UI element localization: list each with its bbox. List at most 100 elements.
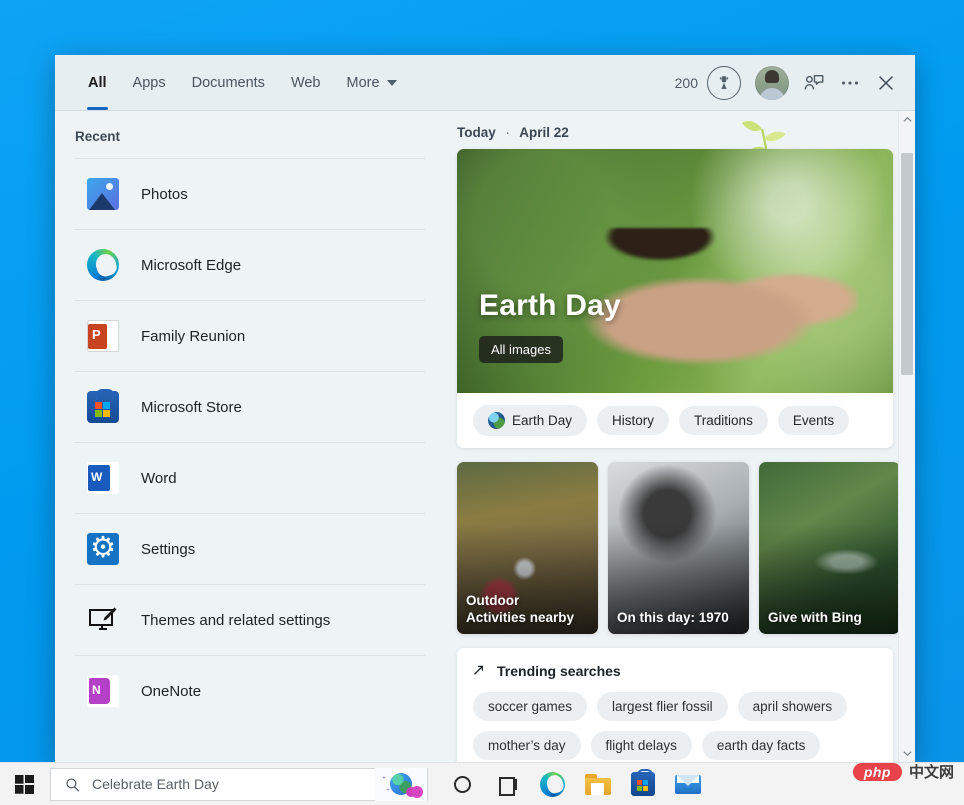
today-label: Today (457, 125, 496, 140)
windows-search-panel: All Apps Documents Web More 200 Recent P… (55, 55, 915, 762)
trending-chip-row: soccer games largest flier fossil april … (473, 692, 877, 760)
recent-item-onenote[interactable]: OneNote (75, 655, 425, 726)
chevron-up-icon[interactable] (899, 111, 916, 128)
chevron-down-icon (386, 79, 397, 86)
trending-chip-largest-flier-fossil[interactable]: largest flier fossil (597, 692, 728, 721)
watermark: php 中文网 (852, 761, 954, 782)
tab-web[interactable]: Web (278, 55, 334, 110)
php-logo: php (852, 762, 902, 781)
hero-chip-events[interactable]: Events (777, 406, 850, 435)
all-images-badge[interactable]: All images (479, 336, 563, 363)
themes-monitor-brush-icon (87, 604, 119, 636)
mail-taskbar-icon[interactable] (665, 763, 710, 805)
recent-item-family-reunion[interactable]: Family Reunion (75, 300, 425, 371)
hero-chip-traditions[interactable]: Traditions (679, 406, 768, 435)
globe-icon (488, 412, 505, 429)
tile-label-line2: Activities nearby (466, 609, 575, 625)
search-icon (64, 776, 81, 793)
avatar[interactable] (755, 65, 789, 100)
tab-all[interactable]: All (75, 55, 120, 110)
tab-documents-label: Documents (191, 74, 265, 91)
today-date: April 22 (519, 125, 569, 140)
rewards-medal-icon (707, 65, 741, 100)
chip-label: Earth Day (512, 413, 573, 428)
feed-tiles: Outdoor Activities nearby On this day: 1… (457, 462, 900, 634)
hero-card[interactable]: Earth Day All images Earth Day History T… (457, 149, 893, 448)
today-date-line: Today · April 22 (457, 125, 893, 140)
task-view-icon[interactable] (485, 763, 530, 805)
taskbar: Celebrate Earth Day (0, 762, 964, 805)
tab-apps[interactable]: Apps (120, 55, 179, 110)
trending-chip-soccer-games[interactable]: soccer games (473, 692, 588, 721)
feed-column: Today · April 22 Earth Day All images Ea… (443, 111, 915, 762)
trending-heading-row: Trending searches (473, 662, 877, 680)
file-explorer-icon[interactable] (575, 763, 620, 805)
recent-item-microsoft-edge[interactable]: Microsoft Edge (75, 229, 425, 300)
recent-item-label: Word (141, 469, 177, 487)
tile-outdoor-activities[interactable]: Outdoor Activities nearby (457, 462, 598, 634)
recent-item-themes[interactable]: Themes and related settings (75, 584, 425, 655)
windows-start-icon[interactable] (0, 763, 48, 805)
recent-item-label: Microsoft Store (141, 398, 242, 416)
recent-item-label: OneNote (141, 682, 202, 700)
close-icon[interactable] (875, 72, 897, 94)
panel-header: All Apps Documents Web More 200 (55, 55, 915, 111)
hero-chip-earth-day[interactable]: Earth Day (473, 405, 588, 436)
trending-searches-card: Trending searches soccer games largest f… (457, 648, 893, 762)
tile-label-line1: Outdoor (466, 593, 520, 609)
recent-item-word[interactable]: Word (75, 442, 425, 513)
hero-chip-row: Earth Day History Traditions Events (457, 393, 893, 448)
earth-day-bing-icon[interactable] (375, 767, 427, 801)
trending-heading: Trending searches (497, 663, 621, 679)
recent-item-label: Microsoft Edge (141, 256, 242, 274)
panel-body: Recent Photos Microsoft Edge Family Reun… (55, 111, 915, 762)
chevron-down-icon[interactable] (899, 745, 916, 762)
tile-give-with-bing[interactable]: Give with Bing (759, 462, 900, 634)
chip-label: Events (792, 413, 835, 428)
microsoft-store-taskbar-icon[interactable] (620, 763, 665, 805)
word-app-icon (87, 462, 119, 494)
header-actions: 200 (674, 65, 915, 100)
recent-item-label: Settings (141, 540, 196, 558)
tab-bar: All Apps Documents Web More (55, 55, 410, 110)
rewards-button[interactable]: 200 (674, 65, 741, 100)
rewards-count: 200 (674, 74, 698, 91)
tile-label: Give with Bing (768, 609, 862, 625)
chip-label: Traditions (694, 413, 753, 428)
cortana-icon[interactable] (440, 763, 485, 805)
scrollbar-track[interactable] (899, 128, 915, 745)
onenote-app-icon (87, 675, 119, 707)
trending-chip-mothers-day[interactable]: mother’s day (473, 731, 581, 760)
watermark-text: 中文网 (908, 764, 954, 781)
tab-apps-label: Apps (132, 74, 166, 91)
edge-app-icon (87, 249, 119, 281)
recent-item-microsoft-store[interactable]: Microsoft Store (75, 371, 425, 442)
recent-item-label: Themes and related settings (141, 611, 331, 629)
trending-chip-flight-delays[interactable]: flight delays (590, 731, 692, 760)
recent-item-label: Photos (141, 185, 188, 203)
ellipsis-icon[interactable] (839, 72, 861, 94)
recent-item-photos[interactable]: Photos (75, 158, 425, 229)
powerpoint-file-icon (87, 320, 119, 352)
tile-on-this-day[interactable]: On this day: 1970 (608, 462, 749, 634)
recent-list: Recent Photos Microsoft Edge Family Reun… (55, 111, 443, 762)
search-placeholder-text: Celebrate Earth Day (92, 776, 219, 792)
tab-more[interactable]: More (334, 55, 410, 110)
tab-documents[interactable]: Documents (179, 55, 278, 110)
feed-scrollbar[interactable] (898, 111, 915, 762)
scrollbar-thumb[interactable] (901, 152, 913, 375)
feedback-person-icon[interactable] (803, 72, 825, 94)
hero-chip-history[interactable]: History (597, 406, 670, 435)
taskbar-search-input[interactable]: Celebrate Earth Day (50, 767, 428, 801)
edge-taskbar-icon[interactable] (530, 763, 575, 805)
trending-chip-earth-day-facts[interactable]: earth day facts (701, 731, 821, 760)
recent-heading: Recent (75, 129, 121, 144)
tab-all-label: All (88, 74, 107, 91)
separator: · (505, 125, 511, 140)
settings-app-icon (87, 528, 119, 568)
trending-chip-april-showers[interactable]: april showers (737, 692, 848, 721)
hero-image: Earth Day All images (457, 149, 893, 393)
taskbar-icons (440, 763, 710, 805)
trending-arrow-icon (473, 662, 488, 680)
recent-item-settings[interactable]: Settings (75, 513, 425, 584)
